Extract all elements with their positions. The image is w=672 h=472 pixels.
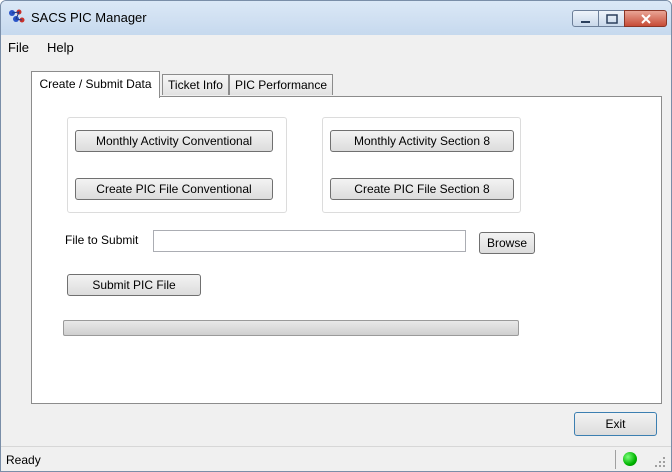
- close-icon: [641, 14, 651, 24]
- file-to-submit-label: File to Submit: [65, 233, 139, 247]
- monthly-activity-section8-button[interactable]: Monthly Activity Section 8: [330, 130, 514, 152]
- status-divider: [615, 450, 616, 469]
- status-text: Ready: [6, 453, 41, 467]
- create-pic-file-conventional-button[interactable]: Create PIC File Conventional: [75, 178, 273, 200]
- menu-file[interactable]: File: [3, 40, 34, 55]
- create-pic-file-section8-button[interactable]: Create PIC File Section 8: [330, 178, 514, 200]
- minimize-icon: [581, 21, 590, 23]
- maximize-icon: [606, 14, 618, 24]
- maximize-button[interactable]: [598, 10, 625, 27]
- app-window: SACS PIC Manager File Help Create / Subm…: [0, 0, 672, 472]
- create-submit-panel: Monthly Activity Conventional Create PIC…: [31, 96, 662, 404]
- tab-create-submit-data[interactable]: Create / Submit Data: [31, 71, 160, 98]
- submit-pic-file-button[interactable]: Submit PIC File: [67, 274, 201, 296]
- menu-bar: File Help: [1, 35, 671, 59]
- resize-grip-icon[interactable]: [653, 455, 667, 469]
- window-title: SACS PIC Manager: [31, 10, 147, 25]
- file-to-submit-input[interactable]: [153, 230, 466, 252]
- menu-help[interactable]: Help: [42, 40, 79, 55]
- tab-ticket-info[interactable]: Ticket Info: [162, 74, 229, 95]
- monthly-activity-conventional-button[interactable]: Monthly Activity Conventional: [75, 130, 273, 152]
- title-bar[interactable]: SACS PIC Manager: [1, 1, 671, 35]
- exit-button[interactable]: Exit: [574, 412, 657, 436]
- section8-group: Monthly Activity Section 8 Create PIC Fi…: [322, 117, 521, 213]
- tab-pic-performance[interactable]: PIC Performance: [229, 74, 333, 95]
- close-button[interactable]: [624, 10, 667, 27]
- status-indicator-icon: [623, 452, 637, 466]
- conventional-group: Monthly Activity Conventional Create PIC…: [67, 117, 287, 213]
- browse-button[interactable]: Browse: [479, 232, 535, 254]
- progress-bar: [63, 320, 519, 336]
- status-bar: Ready: [1, 446, 671, 471]
- minimize-button[interactable]: [572, 10, 599, 27]
- app-logo-icon: [9, 9, 25, 23]
